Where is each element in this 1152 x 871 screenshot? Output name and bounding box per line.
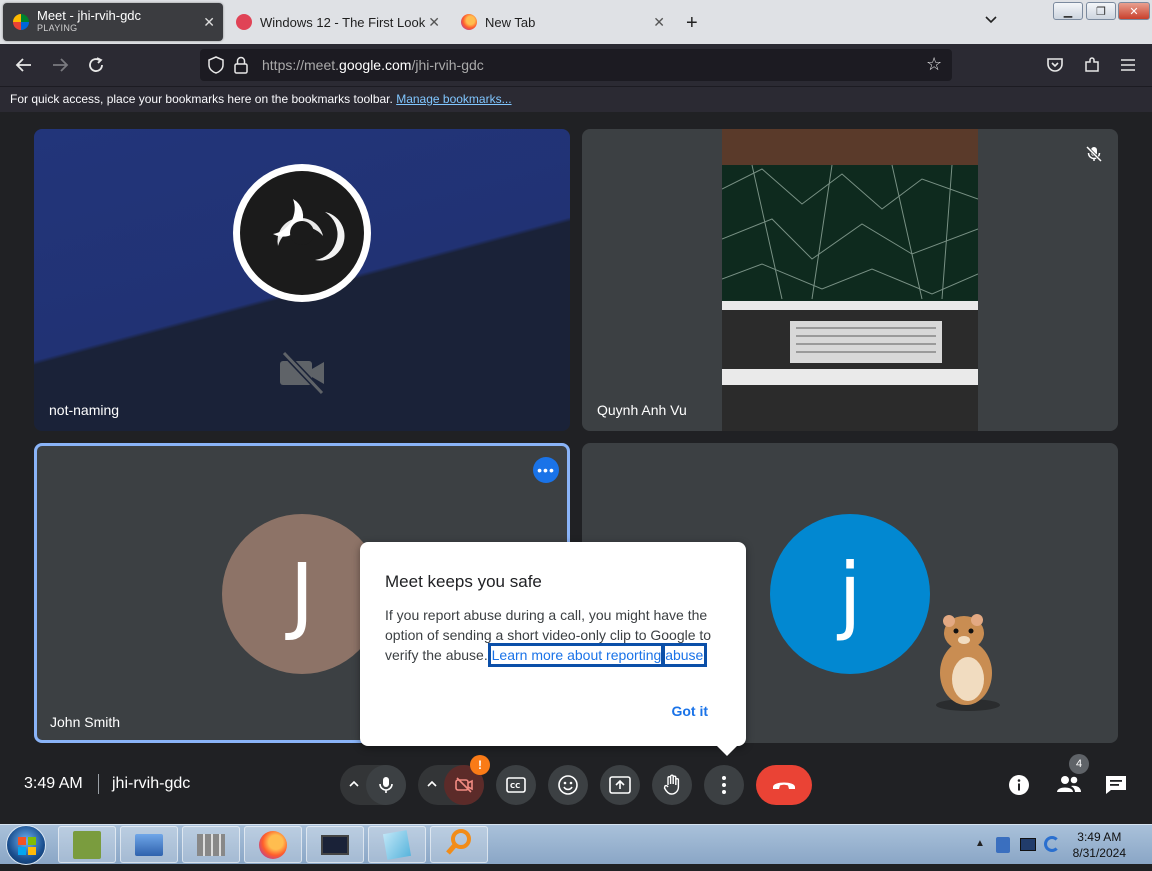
hamster-reaction-icon <box>922 603 1008 718</box>
popup-body: If you report abuse during a call, you m… <box>385 607 712 667</box>
close-tab-icon[interactable]: ✕ <box>203 14 215 31</box>
windows-taskbar: ▲ 3:49 AM 8/31/2024 <box>0 824 1152 865</box>
restore-button[interactable]: ❐ <box>1086 2 1116 20</box>
taskbar-app-search[interactable] <box>430 826 488 863</box>
meeting-time: 3:49 AM <box>24 775 83 792</box>
taskbar-app-explorer[interactable] <box>120 826 178 863</box>
close-tab-icon[interactable]: ✕ <box>428 14 440 31</box>
monitor-icon <box>321 834 349 855</box>
popup-title: Meet keeps you safe <box>385 572 542 591</box>
app-icon <box>135 833 163 856</box>
got-it-button[interactable]: Got it <box>671 703 708 719</box>
avatar-initial: j <box>838 545 862 643</box>
start-button[interactable] <box>6 825 46 865</box>
firefox-icon <box>259 830 287 859</box>
people-icon[interactable] <box>1057 775 1081 798</box>
learn-more-link-abuse[interactable]: abuse <box>661 643 708 667</box>
reload-icon[interactable] <box>85 54 107 76</box>
clock-time: 3:49 AM <box>1077 830 1122 844</box>
raise-hand-button[interactable] <box>652 765 692 805</box>
reactions-button[interactable] <box>548 765 588 805</box>
svg-text:CC: CC <box>510 782 520 790</box>
avatar-initial: J <box>289 545 315 643</box>
meeting-code: jhi-rvih-gdc <box>112 775 191 792</box>
tab-title: Meet - jhi-rvih-gdc <box>37 9 142 23</box>
tab-meet[interactable]: Meet - jhi-rvih-gdc PLAYING ✕ <box>3 3 223 41</box>
close-window-button[interactable]: ✕ <box>1118 2 1150 20</box>
pocket-icon[interactable] <box>1044 54 1066 76</box>
taskbar-app-hamster[interactable] <box>58 826 116 863</box>
safety-info-popup: Meet keeps you safe If you report abuse … <box>360 542 746 756</box>
participant-video <box>721 129 979 431</box>
show-hidden-icons-icon[interactable]: ▲ <box>975 838 985 849</box>
leave-call-button[interactable] <box>756 765 812 805</box>
more-options-button[interactable] <box>704 765 744 805</box>
back-icon[interactable] <box>13 54 35 76</box>
people-count-badge: 4 <box>1069 754 1089 774</box>
audio-options-chevron-icon[interactable] <box>347 777 361 796</box>
site-favicon-icon <box>236 14 252 30</box>
camera-alert-badge: ! <box>470 755 490 775</box>
participant-tile[interactable]: Quynh Anh Vu <box>582 129 1118 431</box>
taskbar-app-monitor[interactable] <box>306 826 364 863</box>
new-tab-button[interactable]: + <box>686 12 698 35</box>
taskbar-app-grid[interactable] <box>182 826 240 863</box>
tray-device-icon[interactable] <box>996 837 1010 853</box>
meet-page: not-naming Quynh Anh Vu J ••• John Smith… <box>0 112 1152 824</box>
close-tab-icon[interactable]: ✕ <box>653 14 665 31</box>
captions-button[interactable]: CC <box>496 765 536 805</box>
participant-name: John Smith <box>50 714 121 730</box>
chat-icon[interactable] <box>1105 775 1127 800</box>
taskbar-app-firefox[interactable] <box>244 826 302 863</box>
meeting-details-icon[interactable] <box>1008 774 1030 801</box>
manage-bookmarks-link[interactable]: Manage bookmarks... <box>396 92 511 106</box>
extensions-icon[interactable] <box>1081 54 1103 76</box>
system-clock[interactable]: 3:49 AM 8/31/2024 <box>1073 829 1126 861</box>
app-icon <box>197 833 225 856</box>
divider <box>98 774 99 794</box>
list-all-tabs-icon[interactable] <box>984 12 998 31</box>
avatar: j <box>770 514 930 674</box>
notes-icon <box>382 829 412 860</box>
meeting-control-bar: 3:49 AM jhi-rvih-gdc ! CC 4 <box>0 752 1152 824</box>
tab-playing-label: PLAYING <box>37 23 78 33</box>
tab-windows12[interactable]: Windows 12 - The First Look [IS ✕ <box>226 3 448 41</box>
bookmarks-hint: For quick access, place your bookmarks h… <box>10 92 393 106</box>
microphone-button[interactable] <box>366 765 406 805</box>
tab-new-tab[interactable]: New Tab ✕ <box>451 3 673 41</box>
tab-title: Windows 12 - The First Look [IS <box>260 15 428 29</box>
taskbar-app-notes[interactable] <box>368 826 426 863</box>
participant-name: Quynh Anh Vu <box>597 402 687 418</box>
magnifier-icon <box>444 827 474 862</box>
tab-title: New Tab <box>485 15 536 29</box>
minimize-button[interactable]: ▁ <box>1053 2 1083 20</box>
camera-off-icon <box>278 347 328 402</box>
more-options-icon[interactable]: ••• <box>533 457 559 483</box>
url-bar[interactable]: https://meet.google.com/jhi-rvih-gdc ☆ <box>200 49 952 81</box>
present-screen-button[interactable] <box>600 765 640 805</box>
bookmarks-toolbar: For quick access, place your bookmarks h… <box>0 86 1152 112</box>
participant-tile[interactable]: not-naming <box>34 129 570 431</box>
menu-icon[interactable] <box>1117 54 1139 76</box>
video-options-chevron-icon[interactable] <box>425 777 439 796</box>
url-text: https://meet.google.com/jhi-rvih-gdc <box>262 57 484 73</box>
forward-icon[interactable] <box>49 54 71 76</box>
tracking-protection-shield-icon[interactable] <box>208 56 224 79</box>
participant-name: not-naming <box>49 402 120 418</box>
tab-bar: Meet - jhi-rvih-gdc PLAYING ✕ Windows 12… <box>0 0 1152 44</box>
bookmark-star-icon[interactable]: ☆ <box>926 55 942 73</box>
obs-logo-icon <box>233 164 371 302</box>
network-icon[interactable] <box>1020 838 1036 851</box>
edge-icon[interactable] <box>1044 836 1060 852</box>
avatar: J <box>222 514 382 674</box>
microphone-muted-icon <box>1085 145 1103 168</box>
meet-favicon-icon <box>13 14 29 30</box>
firefox-icon <box>461 14 477 30</box>
navigation-toolbar: https://meet.google.com/jhi-rvih-gdc ☆ <box>0 44 1152 86</box>
clock-date: 8/31/2024 <box>1072 846 1126 860</box>
lock-icon[interactable] <box>234 56 248 79</box>
learn-more-link[interactable]: Learn more about reporting <box>487 643 666 667</box>
app-icon <box>73 830 101 859</box>
